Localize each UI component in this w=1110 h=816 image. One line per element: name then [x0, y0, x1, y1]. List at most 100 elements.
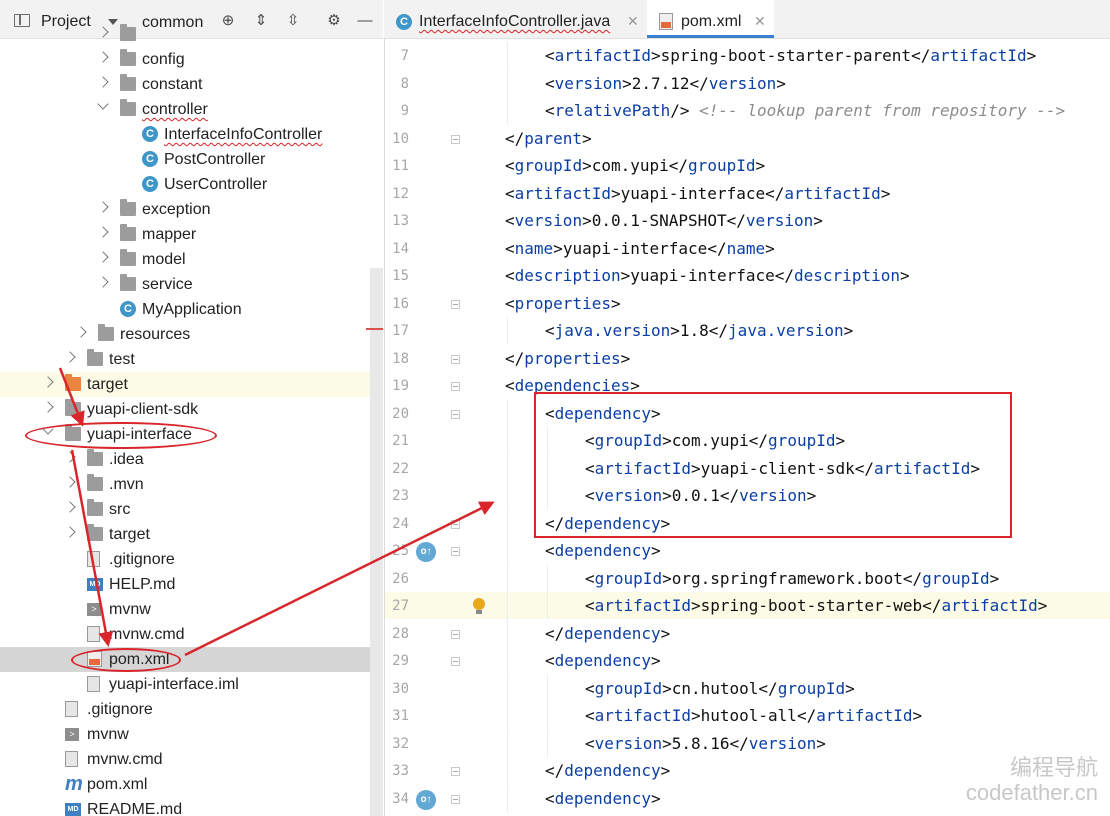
code-line[interactable]: 10 </parent>	[385, 125, 1110, 152]
fold-marker-icon[interactable]	[451, 767, 460, 776]
tree-item[interactable]: C MyApplication	[0, 297, 383, 322]
chevron-right-icon[interactable]	[97, 276, 109, 288]
tree-item[interactable]: target	[0, 372, 383, 397]
fold-marker-icon[interactable]	[451, 409, 460, 419]
tree-item[interactable]: mapper	[0, 222, 383, 247]
tree-item[interactable]: resources	[0, 322, 383, 347]
code-line[interactable]: 32 <version>5.8.16</version>	[385, 729, 1110, 757]
code-line[interactable]: 7 <artifactId>spring-boot-starter-parent<…	[385, 42, 1110, 69]
code-line[interactable]: 14 <name>yuapi-interface</name>	[385, 235, 1110, 262]
tree-item[interactable]: > mvnw	[0, 722, 383, 747]
fold-marker-icon[interactable]	[451, 657, 460, 666]
tree-item-label: model	[142, 251, 186, 268]
tree-item[interactable]: common	[0, 14, 383, 47]
indent-guide	[547, 729, 548, 757]
line-number: 14	[392, 240, 409, 257]
tree-item[interactable]: config	[0, 47, 383, 72]
error-marker	[366, 328, 383, 330]
chevron-right-icon[interactable]	[64, 451, 76, 463]
tree-item[interactable]: .gitignore	[0, 547, 383, 572]
tree-item-label: mvnw.cmd	[109, 626, 185, 643]
fold-marker-icon[interactable]	[451, 629, 460, 639]
override-gutter-icon[interactable]: o↑	[416, 542, 436, 562]
fold-marker-icon[interactable]	[451, 794, 460, 804]
fold-marker-icon[interactable]	[451, 354, 460, 364]
tree-item[interactable]: model	[0, 247, 383, 272]
tree-item[interactable]: .mvn	[0, 472, 383, 497]
code-line[interactable]: 8 <version>2.7.12</version>	[385, 69, 1110, 97]
tree-item[interactable]: mvnw.cmd	[0, 622, 383, 647]
line-number: 15	[392, 268, 409, 284]
chevron-right-icon[interactable]	[97, 26, 109, 38]
tree-item[interactable]: yuapi-client-sdk	[0, 397, 383, 422]
tab-pom-xml[interactable]: pom.xml ✕	[647, 0, 774, 38]
class-icon: C	[142, 176, 158, 192]
override-gutter-icon[interactable]: o↑	[416, 789, 436, 810]
tree-item[interactable]: C InterfaceInfoController	[0, 122, 383, 147]
tree-item-label: service	[142, 276, 193, 293]
chevron-right-icon[interactable]	[97, 201, 109, 213]
tree-item[interactable]: constant	[0, 72, 383, 97]
tree-item[interactable]: target	[0, 522, 383, 547]
fold-marker-icon[interactable]	[451, 519, 460, 529]
tree-item[interactable]: controller	[0, 97, 383, 122]
chevron-right-icon[interactable]	[64, 351, 76, 363]
tree-item[interactable]: pom.xml	[0, 647, 383, 672]
code-text: <artifactId>spring-boot-starter-parent</…	[545, 46, 1037, 65]
code-line[interactable]: 29 <dependency>	[385, 647, 1110, 674]
tree-item[interactable]: test	[0, 347, 383, 372]
code-line[interactable]: 25 o↑ <dependency>	[385, 537, 1110, 564]
tree-item[interactable]: .gitignore	[0, 697, 383, 722]
code-line[interactable]: 30 <groupId>cn.hutool</groupId>	[385, 674, 1110, 702]
code-text: </dependency>	[545, 761, 671, 780]
module-folder-icon	[65, 399, 81, 416]
tree-item[interactable]: yuapi-interface.iml	[0, 672, 383, 697]
chevron-right-icon[interactable]	[64, 501, 76, 513]
tree-item[interactable]: MD README.md	[0, 797, 383, 816]
fold-marker-icon[interactable]	[451, 547, 460, 556]
tree-item[interactable]: src	[0, 497, 383, 522]
chevron-down-icon[interactable]	[97, 98, 109, 110]
chevron-right-icon[interactable]	[64, 526, 76, 538]
tree-item[interactable]: m pom.xml	[0, 772, 383, 797]
chevron-right-icon[interactable]	[97, 251, 109, 263]
code-line[interactable]: 11 <groupId>com.yupi</groupId>	[385, 152, 1110, 179]
code-line[interactable]: 15 <description>yuapi-interface</descript…	[385, 262, 1110, 289]
tab-interfaceinfocontroller[interactable]: C InterfaceInfoController.java ✕	[384, 0, 646, 38]
code-line[interactable]: 27 <artifactId>spring-boot-starter-web</a…	[385, 592, 1110, 619]
code-line[interactable]: 28 </dependency>	[385, 619, 1110, 647]
fold-marker-icon[interactable]	[451, 299, 460, 309]
tree-item[interactable]: service	[0, 272, 383, 297]
code-line[interactable]: 12 <artifactId>yuapi-interface</artifactI…	[385, 180, 1110, 207]
line-number: 9	[400, 103, 409, 119]
scrollbar-thumb[interactable]	[370, 268, 383, 816]
chevron-right-icon[interactable]	[97, 76, 109, 88]
lightbulb-icon[interactable]	[473, 598, 485, 614]
close-icon[interactable]: ✕	[627, 13, 639, 30]
code-line[interactable]: 26 <groupId>org.springframework.boot</gro…	[385, 564, 1110, 592]
tree-item[interactable]: C UserController	[0, 172, 383, 197]
watermark-url: codefather.cn	[965, 780, 1098, 805]
tree-item[interactable]: mvnw.cmd	[0, 747, 383, 772]
tree-item[interactable]: MD HELP.md	[0, 572, 383, 597]
code-line[interactable]: 13 <version>0.0.1-SNAPSHOT</version>	[385, 207, 1110, 234]
chevron-right-icon[interactable]	[75, 326, 87, 338]
chevron-right-icon[interactable]	[97, 51, 109, 63]
tree-item[interactable]: > mvnw	[0, 597, 383, 622]
tree-item[interactable]: exception	[0, 197, 383, 222]
line-number: 29	[392, 653, 409, 669]
code-line[interactable]: 16 <properties>	[385, 290, 1110, 317]
code-line[interactable]: 31 <artifactId>hutool-all</artifactId>	[385, 702, 1110, 729]
close-icon[interactable]: ✕	[754, 13, 766, 30]
fold-marker-icon[interactable]	[451, 134, 460, 144]
tree-item[interactable]: C PostController	[0, 147, 383, 172]
code-line[interactable]: 17 <java.version>1.8</java.version>	[385, 317, 1110, 344]
chevron-right-icon[interactable]	[42, 376, 54, 388]
chevron-right-icon[interactable]	[42, 401, 54, 413]
chevron-right-icon[interactable]	[97, 226, 109, 238]
code-line[interactable]: 18 </properties>	[385, 345, 1110, 372]
code-line[interactable]: 9 <relativePath/> <!-- lookup parent from…	[385, 97, 1110, 124]
fold-marker-icon[interactable]	[451, 382, 460, 391]
tree-item[interactable]: .idea	[0, 447, 383, 472]
chevron-right-icon[interactable]	[64, 476, 76, 488]
